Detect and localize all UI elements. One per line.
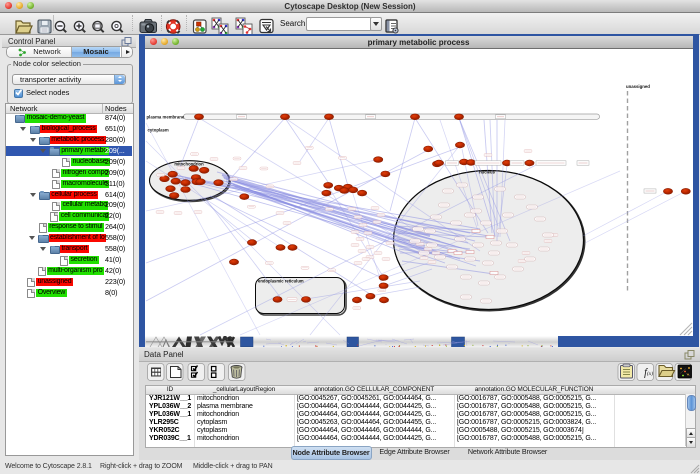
- svg-text:(x): (x): [647, 370, 653, 377]
- svg-text:unassigned: unassigned: [626, 84, 650, 89]
- svg-text:mitochondrion: mitochondrion: [174, 161, 204, 166]
- svg-text:endoplasmic reticulum: endoplasmic reticulum: [258, 278, 304, 283]
- svg-text:nucleus: nucleus: [479, 169, 495, 174]
- svg-text:cytoplasm: cytoplasm: [147, 127, 168, 132]
- svg-text:plasma membrane: plasma membrane: [146, 114, 184, 119]
